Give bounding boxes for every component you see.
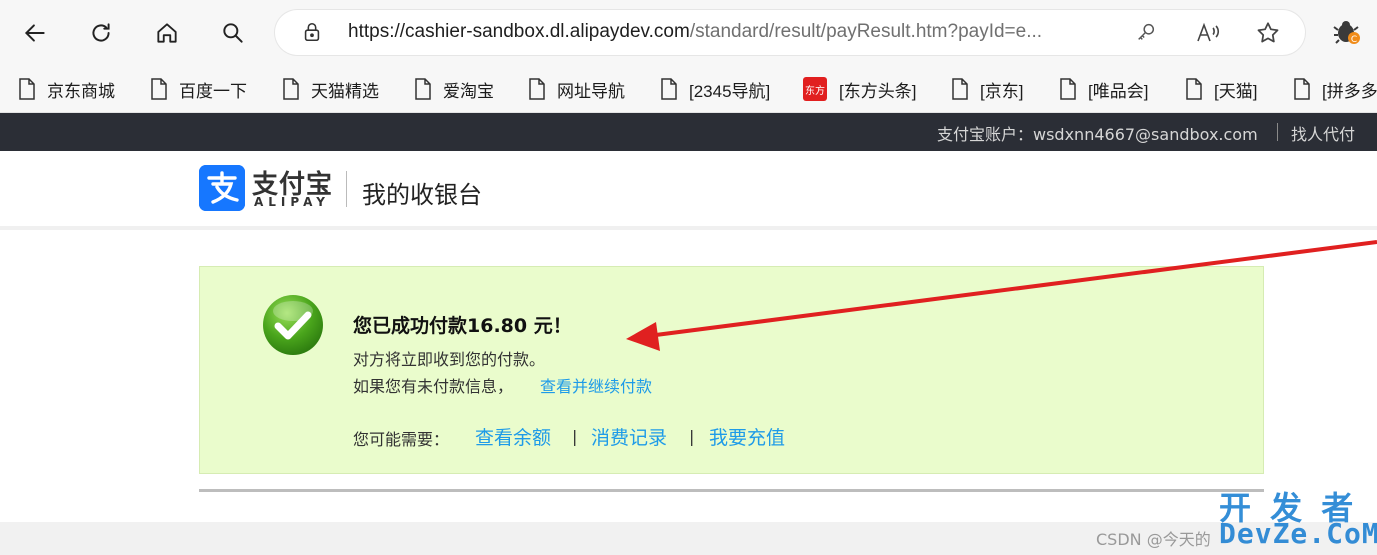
browser-toolbar: https://cashier-sandbox.dl.alipaydev.com… (0, 0, 1377, 66)
page-icon (1294, 78, 1310, 100)
bookmark-item[interactable]: 京东商城 (18, 76, 115, 102)
bookmark-item[interactable]: 百度一下 (150, 76, 247, 102)
bookmark-item[interactable]: 网址导航 (528, 76, 625, 102)
svg-text:C: C (1351, 35, 1357, 45)
bookmark-label: [唯品会] (1088, 81, 1149, 101)
success-check-icon (263, 295, 323, 355)
divider (199, 489, 1264, 492)
divider (1277, 123, 1278, 141)
link-separator: | (572, 427, 578, 446)
bookmark-item[interactable]: [拼多多 (1293, 76, 1377, 102)
bookmark-label: 百度一下 (179, 81, 247, 101)
bookmark-label: [东方头条] (839, 81, 917, 101)
csdn-watermark: CSDN @今天的 (1096, 530, 1211, 549)
bookmark-label: 爱淘宝 (443, 81, 494, 101)
bookmark-label: [京东] (980, 81, 1024, 101)
key-icon[interactable] (1135, 21, 1157, 43)
divider (346, 171, 347, 207)
home-icon[interactable] (147, 13, 187, 53)
bookmark-item[interactable]: [2345导航] (660, 76, 770, 102)
address-url[interactable]: https://cashier-sandbox.dl.alipaydev.com… (348, 21, 1042, 43)
bookmark-item[interactable]: 天猫精选 (282, 76, 379, 102)
page-icon (283, 78, 299, 100)
link-separator: | (689, 427, 695, 446)
page-icon (1186, 78, 1202, 100)
view-continue-pay-link[interactable]: 查看并继续付款 (540, 373, 652, 397)
read-aloud-icon[interactable] (1195, 20, 1221, 46)
back-icon[interactable] (15, 13, 55, 53)
extension-icon[interactable]: C (1333, 18, 1361, 46)
refresh-icon[interactable] (81, 13, 121, 53)
bookmarks-bar: 京东商城 百度一下 天猫精选 爱淘宝 网址导航 [2345导航] 东方 [东方头… (0, 66, 1377, 113)
recharge-link[interactable]: 我要充值 (709, 423, 785, 450)
page-icon (661, 78, 677, 100)
dongfang-favicon-icon: 东方 (803, 77, 827, 101)
bookmark-label: 京东商城 (47, 81, 115, 101)
bookmark-item[interactable]: 爱淘宝 (414, 76, 494, 102)
logo-text-en: ALIPAY (254, 195, 330, 209)
page-icon (151, 78, 167, 100)
pay-for-me-link[interactable]: 找人代付 (1291, 121, 1355, 145)
bookmark-item[interactable]: [京东] (951, 76, 1023, 102)
alipay-logo-icon[interactable] (199, 165, 245, 211)
page-icon (1060, 78, 1076, 100)
lock-icon[interactable] (301, 21, 323, 43)
favorite-star-icon[interactable] (1255, 20, 1281, 46)
bookmark-label: [天猫] (1214, 81, 1258, 101)
page-icon (952, 78, 968, 100)
page-icon (529, 78, 545, 100)
view-balance-link[interactable]: 查看余额 (475, 423, 551, 450)
devze-watermark-en: DevZe.CoM (1219, 517, 1377, 550)
success-description: 对方将立即收到您的付款。 (353, 350, 546, 369)
bookmark-item[interactable]: 东方 [东方头条] (803, 76, 916, 102)
bookmark-label: [2345导航] (689, 81, 771, 101)
page-title: 我的收银台 (362, 181, 482, 209)
divider (0, 226, 1377, 230)
bookmark-label: 天猫精选 (311, 81, 379, 101)
search-icon[interactable] (213, 13, 253, 53)
unpaid-info-text: 如果您有未付款信息， (353, 377, 514, 396)
page-icon (415, 78, 431, 100)
account-info: 支付宝账户：wsdxnn4667@sandbox.com (937, 125, 1258, 144)
bookmark-label: 网址导航 (557, 81, 625, 101)
address-bar[interactable]: https://cashier-sandbox.dl.alipaydev.com… (275, 10, 1305, 55)
bookmark-item[interactable]: [天猫] (1185, 76, 1257, 102)
site-top-bar: 支付宝账户：wsdxnn4667@sandbox.com 找人代付 (0, 113, 1377, 151)
bookmark-label: [拼多多 (1322, 81, 1377, 101)
spending-records-link[interactable]: 消费记录 (591, 423, 667, 450)
bookmark-item[interactable]: [唯品会] (1059, 76, 1148, 102)
page-icon (19, 78, 35, 100)
success-message: 您已成功付款16.80 元！ (353, 315, 572, 337)
may-need-label: 您可能需要： (353, 430, 450, 449)
